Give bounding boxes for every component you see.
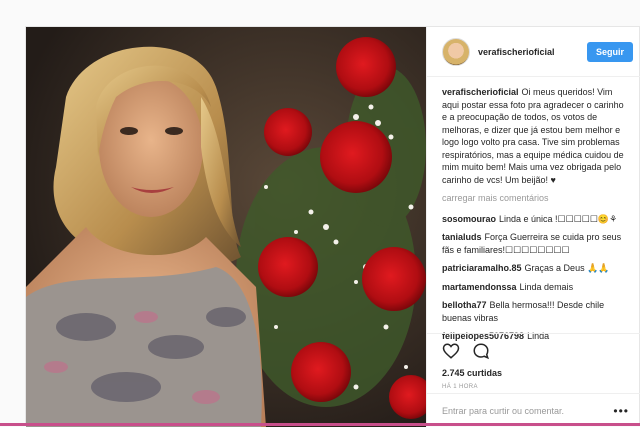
list-item: sosomourao Linda e única !☐☐☐☐☐😊⚘ [442,213,631,226]
comment-username[interactable]: tanialuds [442,232,482,242]
caption-username[interactable]: verafischerioficial [442,87,519,97]
comment-text: Graças a Deus 🙏🙏 [524,263,610,273]
follow-button[interactable]: Seguir [586,41,633,62]
list-item: tanialuds Força Guerreira se cuida pro se… [442,231,631,256]
comment-input[interactable] [442,405,614,416]
instagram-post: verafischerioficial Seguir verafischerio… [25,26,640,427]
post-sidebar: verafischerioficial Seguir verafischerio… [426,27,640,427]
comment-icon[interactable] [472,342,490,360]
comment-text: Linda demais [519,281,574,292]
likes-count[interactable]: 2.745 curtidas [442,368,626,378]
add-comment-bar: ••• [427,393,640,427]
more-options-icon[interactable]: ••• [613,404,629,418]
comment-text: Linda e única !☐☐☐☐☐😊⚘ [499,213,618,224]
comment-username[interactable]: patriciaramalho.85 [442,263,522,273]
avatar[interactable] [442,37,470,66]
list-item: bellotha77 Bella hermosa!!! Desde chile b… [442,299,631,324]
action-icons [442,342,626,360]
comments-list: verafischerioficial Oi meus queridos! Vim… [427,77,640,353]
load-more-comments-link[interactable]: carregar mais comentários [442,192,631,205]
comment-username[interactable]: martamendonssa [442,282,517,292]
heart-icon[interactable] [442,342,460,360]
comment-username[interactable]: bellotha77 [442,300,487,310]
comment-username[interactable]: sosomourao [442,214,496,224]
post-photo[interactable] [26,27,426,427]
post-image [26,27,426,427]
profile-username[interactable]: verafischerioficial [478,47,587,57]
post-timestamp: HÁ 1 HORA [442,384,478,390]
post-actions: 2.745 curtidas HÁ 1 HORA [427,333,640,390]
caption-text: Oi meus queridos! Vim aqui postar essa f… [442,87,624,185]
post-header: verafischerioficial Seguir [427,27,640,77]
list-item: patriciaramalho.85 Graças a Deus 🙏🙏 [442,262,631,275]
caption: verafischerioficial Oi meus queridos! Vim… [442,86,631,186]
list-item: martamendonssa Linda demais [442,281,631,294]
